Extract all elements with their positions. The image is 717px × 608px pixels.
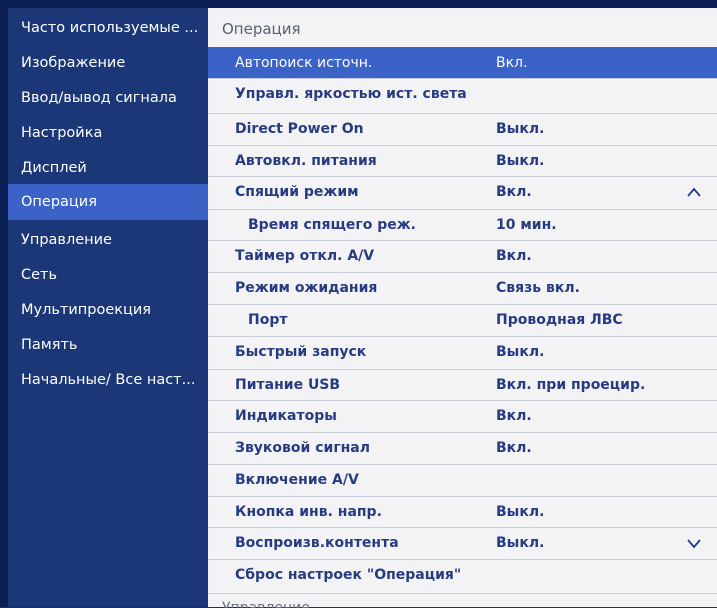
section-title: Операция (222, 20, 301, 38)
setting-row-standby-mode[interactable]: Режим ожидания Связь вкл. (208, 272, 717, 303)
setting-label: Быстрый запуск (235, 344, 367, 360)
setting-row-beep[interactable]: Звуковой сигнал Вкл. (208, 432, 717, 463)
setting-label: Сброс настроек "Операция" (235, 567, 462, 583)
setting-value: Вкл. (496, 440, 532, 456)
setting-value: Вкл. (496, 55, 528, 71)
sidebar-item-multi-projection[interactable]: Мультипроекция (8, 292, 208, 328)
setting-label: Управл. яркостью ист. света (235, 86, 467, 102)
sidebar: Часто используемые ... Изображение Ввод/… (8, 8, 208, 607)
setting-value: Выкл. (496, 535, 545, 551)
settings-panel: Операция Автопоиск источн. Вкл. Управл. … (208, 8, 717, 608)
setting-label: Автопоиск источн. (235, 55, 373, 71)
sidebar-item-management[interactable]: Управление (8, 222, 208, 258)
setting-row-quick-startup[interactable]: Быстрый запуск Выкл. (208, 336, 717, 367)
setting-value: Проводная ЛВС (496, 312, 623, 328)
setting-label: Кнопка инв. напр. (235, 504, 382, 520)
setting-row-auto-power-on[interactable]: Автовкл. питания Выкл. (208, 145, 717, 176)
setting-row-direct-power-on[interactable]: Direct Power On Выкл. (208, 113, 717, 144)
setting-row-invert-button[interactable]: Кнопка инв. напр. Выкл. (208, 496, 717, 527)
setting-label: Индикаторы (235, 408, 337, 424)
setting-value: Выкл. (496, 344, 545, 360)
setting-row-port[interactable]: Порт Проводная ЛВС (208, 304, 717, 335)
setting-row-av-on[interactable]: Включение A/V (208, 464, 717, 495)
setting-label: Спящий режим (235, 184, 359, 200)
sidebar-item-network[interactable]: Сеть (8, 257, 208, 293)
setting-value: Выкл. (496, 153, 545, 169)
setting-value: Вкл. (496, 408, 532, 424)
setting-row-content-playback[interactable]: Воспроизв.контента Выкл. (208, 527, 717, 558)
setting-value: Вкл. при проецир. (496, 377, 646, 393)
sidebar-item-frequently-used[interactable]: Часто используемые ... (8, 10, 208, 46)
setting-label: Время спящего реж. (248, 217, 416, 233)
setting-value: Выкл. (496, 504, 545, 520)
setting-label: Звуковой сигнал (235, 440, 371, 456)
setting-value: Связь вкл. (496, 280, 580, 296)
setting-label: Режим ожидания (235, 280, 378, 296)
sidebar-item-display[interactable]: Дисплей (8, 150, 208, 186)
setting-row-sleep-mode[interactable]: Спящий режим Вкл. (208, 176, 717, 207)
setting-row-light-brightness[interactable]: Управл. яркостью ист. света (208, 78, 717, 109)
sidebar-item-image[interactable]: Изображение (8, 45, 208, 81)
setting-row-av-off-timer[interactable]: Таймер откл. A/V Вкл. (208, 240, 717, 271)
projector-menu: Часто используемые ... Изображение Ввод/… (0, 0, 717, 608)
sidebar-item-initial-all[interactable]: Начальные/ Все наст... (8, 362, 208, 398)
setting-row-usb-power[interactable]: Питание USB Вкл. при проецир. (208, 369, 717, 400)
setting-row-indicators[interactable]: Индикаторы Вкл. (208, 400, 717, 431)
setting-label: Direct Power On (235, 121, 364, 137)
setting-row-reset-operation[interactable]: Сброс настроек "Операция" (208, 559, 717, 590)
setting-label: Порт (248, 312, 288, 328)
sidebar-item-operation[interactable]: Операция (8, 184, 208, 220)
setting-label: Включение A/V (235, 472, 359, 488)
setting-value: 10 мин. (496, 217, 557, 233)
sidebar-item-memory[interactable]: Память (8, 327, 208, 363)
setting-value: Вкл. (496, 184, 532, 200)
setting-label: Воспроизв.контента (235, 535, 399, 551)
chevron-up-icon[interactable] (686, 185, 702, 199)
chevron-down-icon[interactable] (686, 536, 702, 550)
sidebar-item-signal-io[interactable]: Ввод/вывод сигнала (8, 80, 208, 116)
setting-label: Автовкл. питания (235, 153, 377, 169)
sidebar-item-installation[interactable]: Настройка (8, 115, 208, 151)
setting-label: Питание USB (235, 377, 341, 393)
setting-label: Таймер откл. A/V (235, 248, 375, 264)
next-section-title: Управление (208, 593, 717, 608)
setting-value: Выкл. (496, 121, 545, 137)
setting-row-sleep-time[interactable]: Время спящего реж. 10 мин. (208, 209, 717, 240)
setting-value: Вкл. (496, 248, 532, 264)
setting-row-auto-source-search[interactable]: Автопоиск источн. Вкл. (208, 47, 717, 78)
